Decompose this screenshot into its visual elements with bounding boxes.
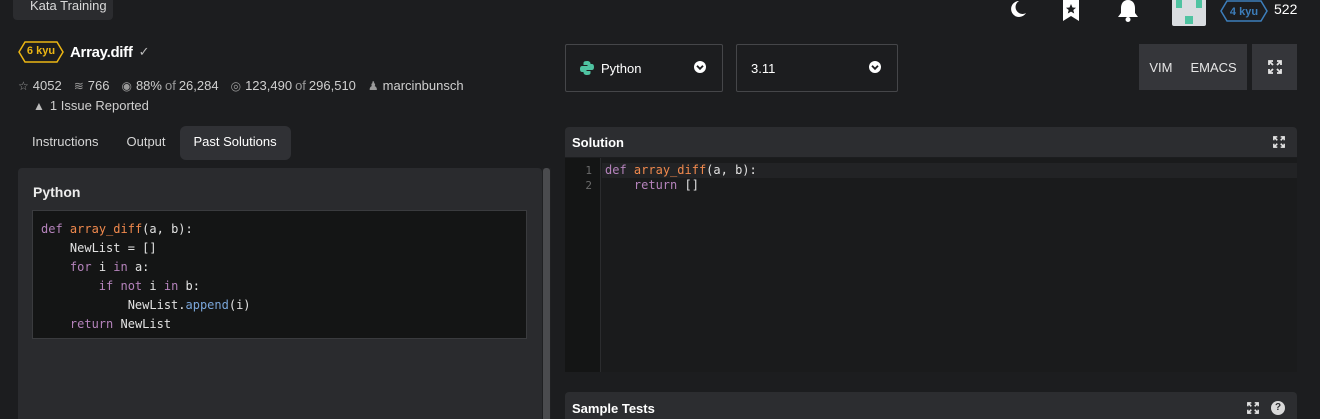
sample-tests-title: Sample Tests	[572, 401, 655, 416]
kata-stats: ☆ 4052 ≋ 766 ◉ 88% of 26,284 ◎ 123,490 of 296,51…	[18, 78, 476, 93]
layers-icon: ≋	[73, 78, 84, 93]
warning-icon: ▲	[33, 98, 45, 113]
past-solution-language: Python	[33, 184, 81, 200]
language-select-value: Python	[601, 60, 642, 76]
version-select-value: 3.11	[751, 60, 776, 76]
check-icon: ✓	[138, 44, 150, 59]
solution-editor[interactable]: 12 def array_diff(a, b): return []	[565, 158, 1297, 372]
language-select[interactable]: Python	[565, 44, 723, 92]
kata-training-tooltip: Kata Training	[13, 0, 113, 20]
stars-stat[interactable]: ☆ 4052	[18, 78, 62, 93]
emacs-button[interactable]: EMACS	[1190, 60, 1236, 75]
theme-toggle-button[interactable]	[1007, 0, 1027, 20]
star-icon: ☆	[18, 78, 29, 93]
honor-count[interactable]: 522	[1274, 1, 1297, 17]
expand-icon[interactable]	[1247, 402, 1259, 414]
completed-of-label: of	[295, 78, 306, 93]
kata-title[interactable]: Array.diff	[70, 44, 133, 61]
moon-icon	[1011, 1, 1026, 17]
panel-scrollbar[interactable]	[542, 168, 551, 419]
solution-title: Solution	[572, 135, 624, 150]
left-tabs: Instructions Output Past Solutions	[18, 126, 291, 160]
bookmark-star-icon	[1063, 0, 1079, 21]
chevron-down-icon	[869, 61, 881, 73]
author-stat[interactable]: ♟ marcinbunsch	[368, 78, 464, 93]
user-avatar[interactable]	[1172, 0, 1206, 26]
fullscreen-icon	[1267, 60, 1282, 74]
line-numbers: 12	[565, 158, 601, 372]
kata-rank-text: 6 kyu	[26, 45, 56, 57]
expand-icon[interactable]	[1273, 136, 1285, 148]
fullscreen-button[interactable]	[1252, 44, 1297, 90]
eye-icon: ◉	[121, 78, 132, 93]
user-rank-badge[interactable]: 4 kyu	[1220, 0, 1268, 22]
kata-rank-badge: 6 kyu	[18, 41, 64, 63]
vim-button[interactable]: VIM	[1149, 60, 1172, 75]
tab-output[interactable]: Output	[112, 126, 179, 160]
tab-instructions[interactable]: Instructions	[18, 126, 112, 160]
issues-link[interactable]: ▲ 1 Issue Reported	[33, 98, 149, 113]
author-name: marcinbunsch	[382, 78, 464, 93]
attempted-count: 296,510	[308, 78, 356, 93]
satisfaction-of-label: of	[164, 78, 176, 93]
completed-count: 123,490	[245, 78, 293, 93]
satisfaction-rating: 88%	[135, 78, 162, 93]
line-number: 2	[585, 179, 592, 192]
stars-count: 4052	[32, 78, 62, 93]
satisfaction-stat: ◉ 88% of 26,284	[121, 78, 218, 93]
completions-stat: ◎ 123,490 of 296,510	[231, 78, 356, 93]
collections-count: 766	[87, 78, 110, 93]
sample-tests-header: Sample Tests ?	[565, 392, 1297, 419]
tab-past-solutions[interactable]: Past Solutions	[179, 126, 291, 160]
issues-label: 1 Issue Reported	[49, 98, 149, 113]
target-icon: ◎	[230, 78, 242, 93]
help-icon[interactable]: ?	[1271, 401, 1285, 415]
collections-stat[interactable]: ≋ 766	[74, 78, 110, 93]
python-icon	[580, 61, 594, 75]
vim-emacs-group: VIM EMACS	[1139, 44, 1247, 90]
chevron-down-icon	[694, 61, 706, 73]
solution-code[interactable]: def array_diff(a, b): return []	[605, 163, 757, 193]
bookmarks-button[interactable]	[1062, 0, 1080, 22]
tooltip-text: Kata Training	[30, 0, 107, 13]
line-number: 1	[585, 164, 592, 177]
solution-header: Solution	[565, 127, 1297, 157]
user-icon: ♟	[367, 78, 379, 93]
version-select[interactable]: 3.11	[736, 44, 898, 92]
kata-header: 6 kyu Array.diff ✓	[18, 40, 149, 64]
past-solution-code: def array_diff(a, b): NewList = [] for i…	[32, 210, 527, 339]
bell-icon	[1118, 0, 1138, 22]
satisfaction-votes: 26,284	[178, 78, 219, 93]
scrollbar-thumb[interactable]	[543, 168, 550, 419]
notifications-button[interactable]	[1117, 0, 1139, 22]
user-rank-text: 4 kyu	[1230, 6, 1258, 18]
